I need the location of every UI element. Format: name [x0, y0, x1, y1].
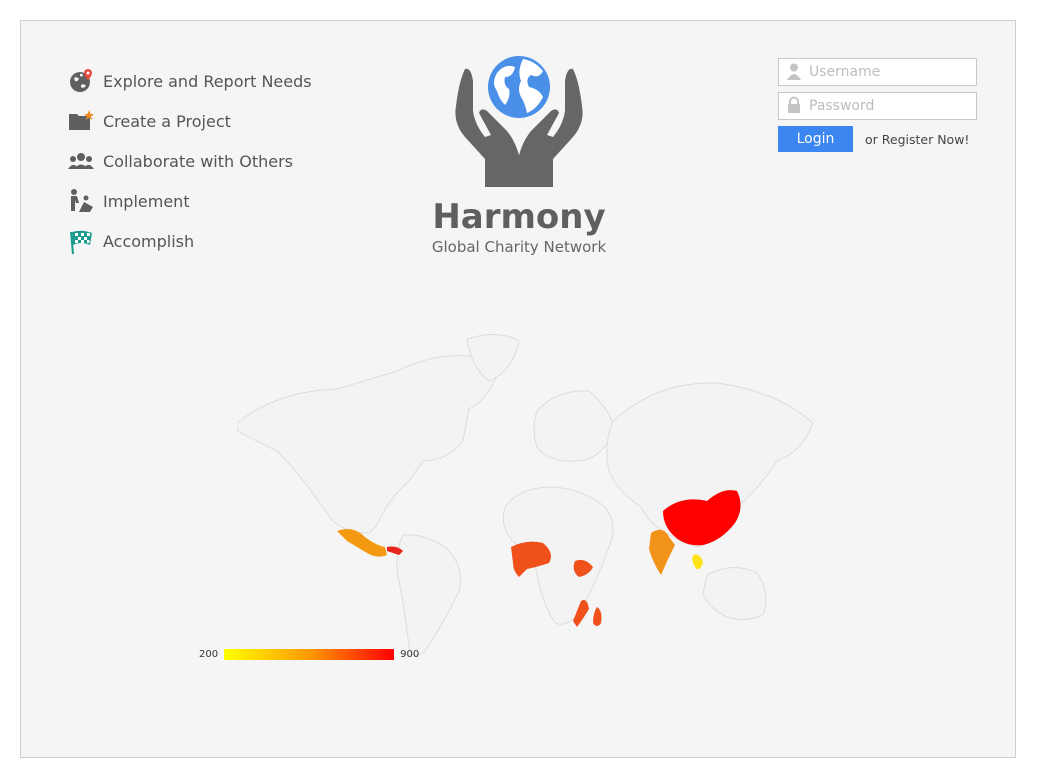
menu-item-label: Accomplish	[103, 231, 195, 251]
menu-item-collaborate[interactable]: Collaborate with Others	[67, 141, 312, 181]
main-panel: Explore and Report Needs Create a Projec…	[20, 20, 1016, 758]
brand-subtitle: Global Charity Network	[431, 238, 607, 256]
region-southeast-asia	[692, 554, 703, 570]
hands-globe-logo	[455, 56, 583, 187]
brand-block: Harmony Global Charity Network	[419, 51, 619, 257]
worker-icon	[67, 187, 95, 215]
login-form: Login or Register Now!	[778, 58, 988, 152]
globe-pin-icon	[67, 67, 95, 95]
menu-item-label: Create a Project	[103, 111, 231, 131]
menu-item-accomplish[interactable]: Accomplish	[67, 221, 312, 261]
folder-star-icon	[67, 107, 95, 135]
register-link[interactable]: or Register Now!	[865, 132, 969, 147]
world-map	[237, 334, 814, 656]
north-america	[237, 355, 500, 534]
feature-menu: Explore and Report Needs Create a Projec…	[67, 61, 312, 261]
menu-item-label: Explore and Report Needs	[103, 71, 312, 91]
login-actions: Login or Register Now!	[778, 126, 988, 152]
menu-item-label: Collaborate with Others	[103, 151, 293, 171]
menu-item-implement[interactable]: Implement	[67, 181, 312, 221]
username-field[interactable]	[778, 58, 977, 86]
people-icon	[67, 147, 95, 175]
south-america	[396, 534, 461, 656]
user-icon	[785, 62, 805, 82]
region-madagascar	[593, 607, 602, 626]
lock-icon	[785, 96, 805, 116]
australia	[702, 567, 767, 621]
brand-title: Harmony	[432, 197, 606, 237]
menu-item-explore[interactable]: Explore and Report Needs	[67, 61, 312, 101]
password-input[interactable]	[809, 98, 969, 114]
login-button[interactable]: Login	[778, 126, 853, 152]
map-legend: 200 900	[199, 649, 419, 660]
menu-item-create-project[interactable]: Create a Project	[67, 101, 312, 141]
legend-max-label: 900	[400, 649, 420, 660]
legend-min-label: 200	[199, 649, 219, 660]
europe	[533, 390, 616, 462]
username-input[interactable]	[809, 64, 969, 80]
checkered-flag-icon	[67, 227, 95, 255]
password-field[interactable]	[778, 92, 977, 120]
menu-item-label: Implement	[103, 191, 190, 211]
legend-color-scale	[224, 649, 395, 660]
